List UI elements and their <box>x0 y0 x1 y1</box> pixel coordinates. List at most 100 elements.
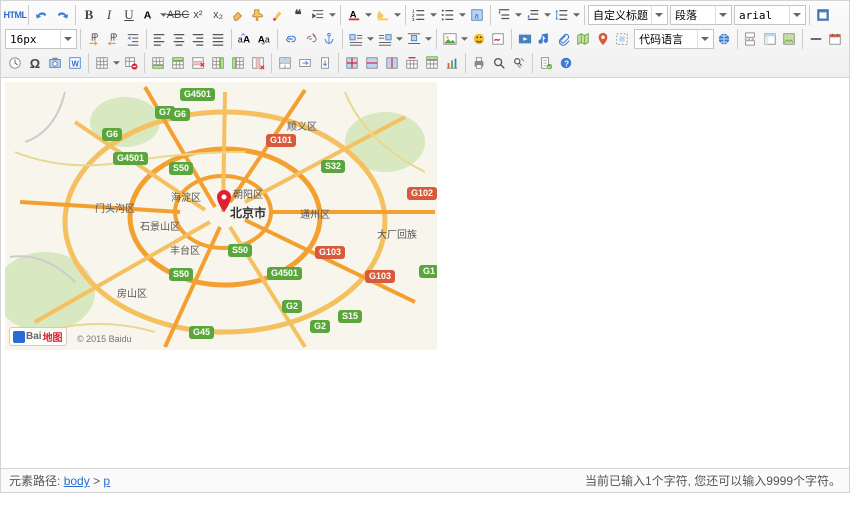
background-button[interactable] <box>780 29 800 49</box>
wordimage-button[interactable]: W <box>65 53 85 73</box>
snapscreen-button[interactable] <box>45 53 65 73</box>
help-button[interactable]: ? <box>556 53 576 73</box>
webapp-button[interactable] <box>714 29 734 49</box>
backcolor-dropdown[interactable] <box>393 5 402 25</box>
path-body-link[interactable]: body <box>64 474 90 488</box>
video-button[interactable] <box>515 29 535 49</box>
template-button[interactable] <box>760 29 780 49</box>
italic-button[interactable]: I <box>99 5 119 25</box>
indent-button[interactable] <box>308 5 328 25</box>
map-button[interactable] <box>574 29 594 49</box>
fullscreen-button[interactable] <box>813 5 833 25</box>
rowspacing-bottom-dropdown[interactable] <box>543 5 552 25</box>
splitcols-button[interactable] <box>382 53 402 73</box>
mergecells-button[interactable] <box>275 53 295 73</box>
insertrow-before-button[interactable] <box>168 53 188 73</box>
time-button[interactable] <box>5 53 25 73</box>
touppercase-button[interactable]: aA <box>235 29 255 49</box>
image-center-dropdown[interactable] <box>424 29 433 49</box>
searchreplace-button[interactable] <box>509 53 529 73</box>
table-dropdown[interactable] <box>112 53 121 73</box>
image-left-dropdown[interactable] <box>366 29 375 49</box>
superscript-button[interactable]: x² <box>188 5 208 25</box>
lineheight-dropdown[interactable] <box>572 5 581 25</box>
eraser-button[interactable] <box>228 5 248 25</box>
drafts-button[interactable] <box>536 53 556 73</box>
subscript-button[interactable]: x₂ <box>208 5 228 25</box>
source-button[interactable]: HTML <box>5 5 25 25</box>
table-button[interactable] <box>92 53 112 73</box>
chart-button[interactable] <box>442 53 462 73</box>
inserttitle-button[interactable] <box>422 53 442 73</box>
strikethrough-button[interactable]: ABC <box>168 5 188 25</box>
unordered-list-dropdown[interactable] <box>458 5 467 25</box>
underline-button[interactable]: U <box>119 5 139 25</box>
selectall-button[interactable]: a <box>467 5 487 25</box>
font-size-select[interactable]: 16px <box>5 29 77 49</box>
deleterow-button[interactable] <box>188 53 208 73</box>
pagebreak-button[interactable] <box>741 29 761 49</box>
align-justify-button[interactable] <box>208 29 228 49</box>
ltr-button[interactable] <box>84 29 104 49</box>
format-painter-button[interactable] <box>248 5 268 25</box>
ordered-list-button[interactable]: 123 <box>409 5 429 25</box>
emotion-button[interactable] <box>469 29 489 49</box>
image-center-button[interactable] <box>404 29 424 49</box>
bold-button[interactable]: B <box>79 5 99 25</box>
date-button[interactable] <box>826 29 846 49</box>
insertframe-button[interactable] <box>613 29 633 49</box>
font-decoration-button[interactable]: A <box>139 5 159 25</box>
attachment-button[interactable] <box>554 29 574 49</box>
gmap-button[interactable] <box>593 29 613 49</box>
unordered-list-button[interactable] <box>438 5 458 25</box>
music-button[interactable] <box>535 29 555 49</box>
print-button[interactable] <box>469 53 489 73</box>
splitrows-button[interactable] <box>362 53 382 73</box>
code-lang-select[interactable]: 代码语言 <box>634 29 714 49</box>
redo-button[interactable] <box>52 5 72 25</box>
custom-title-select[interactable]: 自定义标题 <box>588 5 668 25</box>
insertcol-before-button[interactable] <box>228 53 248 73</box>
rowspacing-top-dropdown[interactable] <box>514 5 523 25</box>
insert-image-button[interactable] <box>440 29 460 49</box>
lineheight-button[interactable] <box>552 5 572 25</box>
quote-button[interactable]: ❝ <box>288 5 308 25</box>
undo-button[interactable] <box>32 5 52 25</box>
image-right-dropdown[interactable] <box>395 29 404 49</box>
preview-button[interactable] <box>489 53 509 73</box>
outdent-button[interactable] <box>123 29 143 49</box>
deletecol-button[interactable] <box>248 53 268 73</box>
spechars-button[interactable]: Ω <box>25 53 45 73</box>
ordered-list-dropdown[interactable] <box>429 5 438 25</box>
backcolor-button[interactable] <box>373 5 393 25</box>
mergeright-button[interactable] <box>295 53 315 73</box>
anchor-button[interactable] <box>320 29 340 49</box>
path-p-link[interactable]: p <box>103 474 110 488</box>
insertcol-button[interactable] <box>208 53 228 73</box>
align-right-button[interactable] <box>189 29 209 49</box>
rowspacing-top-button[interactable] <box>494 5 514 25</box>
insertrow-button[interactable] <box>148 53 168 73</box>
unlink-button[interactable] <box>300 29 320 49</box>
deletetable-button[interactable] <box>121 53 141 73</box>
link-button[interactable] <box>281 29 301 49</box>
tolowercase-button[interactable]: Aa <box>254 29 274 49</box>
align-center-button[interactable] <box>169 29 189 49</box>
forecolor-button[interactable]: A <box>344 5 364 25</box>
mergedown-button[interactable] <box>315 53 335 73</box>
forecolor-dropdown[interactable] <box>364 5 373 25</box>
hr-button[interactable] <box>806 29 826 49</box>
align-left-button[interactable] <box>149 29 169 49</box>
rowspacing-bottom-button[interactable] <box>523 5 543 25</box>
image-left-button[interactable] <box>346 29 366 49</box>
paint-button[interactable] <box>268 5 288 25</box>
paragraph-select[interactable]: 段落 <box>670 5 732 25</box>
splitcells-button[interactable] <box>342 53 362 73</box>
insert-image-dropdown[interactable] <box>460 29 469 49</box>
indent-dropdown[interactable] <box>328 5 337 25</box>
image-right-button[interactable] <box>375 29 395 49</box>
deletecaption-button[interactable] <box>402 53 422 73</box>
editor-content[interactable]: 北京市 顺义区 海淀区 朝阳区 通州区 门头沟区 石景山区 丰台区 房山区 大厂… <box>1 78 849 468</box>
rtl-button[interactable] <box>103 29 123 49</box>
scrawl-button[interactable] <box>489 29 509 49</box>
